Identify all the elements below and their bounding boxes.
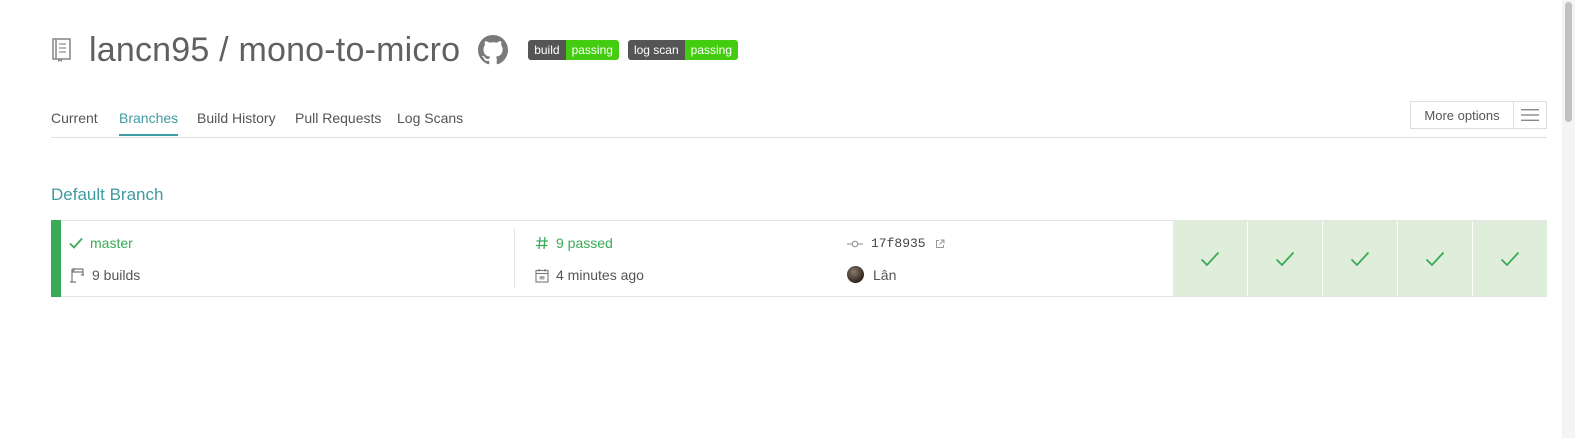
column-divider (514, 229, 515, 287)
build-status-tile[interactable] (1472, 221, 1547, 296)
tab-log-scans[interactable]: Log Scans (397, 110, 463, 134)
tab-branches[interactable]: Branches (119, 110, 179, 136)
tab-pull-requests[interactable]: Pull Requests (295, 110, 381, 134)
branch-row[interactable]: master 9 builds 9 passed 4 minutes ago 1… (51, 220, 1547, 297)
build-status-line[interactable]: 9 passed (535, 235, 613, 251)
build-time-line: 4 minutes ago (535, 267, 644, 283)
commit-icon (847, 240, 863, 248)
check-icon (1425, 251, 1445, 266)
calendar-icon (535, 268, 549, 283)
log-scan-status-badge[interactable]: log scan passing (627, 40, 739, 60)
more-options-label: More options (1424, 108, 1500, 123)
branch-name-line[interactable]: master (69, 235, 133, 251)
external-link-icon[interactable] (935, 239, 945, 249)
check-icon (1500, 251, 1520, 266)
tab-build-history[interactable]: Build History (197, 110, 276, 134)
build-status: 9 passed (556, 235, 613, 251)
build-status-badge[interactable]: build passing (528, 40, 619, 60)
hash-icon (535, 236, 549, 250)
badge-label: build (528, 40, 566, 60)
builds-count: 9 builds (92, 267, 141, 283)
repo-icon (51, 36, 75, 64)
github-icon[interactable] (478, 35, 509, 65)
tab-current[interactable]: Current (51, 110, 98, 134)
repo-header: lancn95 / mono-to-micro build passing lo… (51, 30, 739, 70)
build-status-tile[interactable] (1322, 221, 1397, 296)
repo-tabs: Current Branches Build History Pull Requ… (51, 100, 1547, 138)
build-status-tile[interactable] (1247, 221, 1322, 296)
build-status-tile[interactable] (1397, 221, 1472, 296)
commit-sha: 17f8935 (871, 236, 926, 251)
recent-builds (1172, 221, 1547, 296)
build-time: 4 minutes ago (556, 267, 644, 283)
branch-name: master (90, 235, 133, 251)
scrollbar-thumb[interactable] (1565, 2, 1572, 122)
avatar (847, 266, 864, 283)
page-scrollbar[interactable] (1562, 0, 1575, 438)
repo-title[interactable]: lancn95 / mono-to-micro (89, 31, 460, 70)
section-title: Default Branch (51, 185, 164, 204)
badge-value: passing (684, 40, 739, 60)
badge-value: passing (565, 40, 619, 60)
badge-label: log scan (627, 40, 685, 60)
check-icon (69, 237, 83, 249)
builds-count-line[interactable]: 9 builds (69, 267, 140, 283)
commit-line[interactable]: 17f8935 (847, 236, 945, 251)
hamburger-icon (1513, 102, 1546, 128)
crane-icon (69, 267, 85, 283)
author-name: Lân (873, 266, 897, 283)
build-status-tile[interactable] (1172, 221, 1247, 296)
more-options-button[interactable]: More options (1410, 101, 1547, 129)
check-icon (1200, 251, 1220, 266)
author-line: Lân (847, 266, 896, 283)
check-icon (1350, 251, 1370, 266)
check-icon (1275, 251, 1295, 266)
status-bar (51, 220, 61, 297)
